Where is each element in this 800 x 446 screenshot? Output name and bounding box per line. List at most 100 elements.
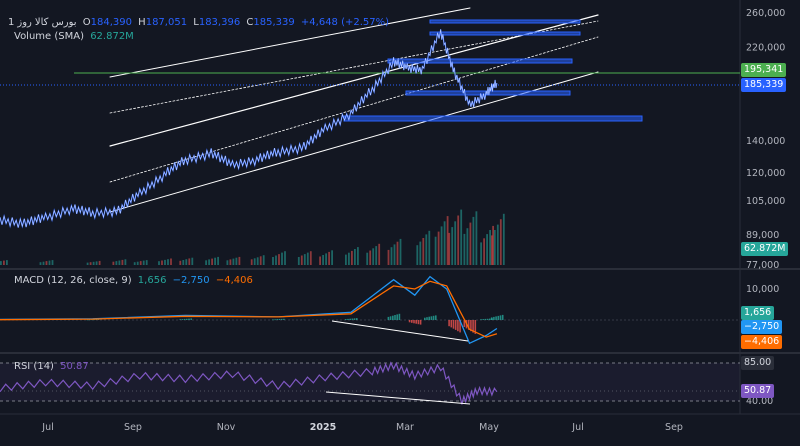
symbol-interval: 1 bbox=[8, 17, 15, 28]
macd-tick-label: 10,000 bbox=[746, 284, 779, 295]
volume-bar bbox=[136, 261, 139, 265]
volume-bar bbox=[112, 261, 115, 265]
volume-bar bbox=[372, 248, 375, 265]
macd-histogram-bar bbox=[186, 318, 188, 320]
macd-histogram-bar bbox=[356, 318, 358, 320]
macd-histogram-bar bbox=[272, 319, 274, 321]
price-tick-label: 89,000 bbox=[746, 230, 779, 241]
macd-histogram-bar bbox=[413, 320, 415, 324]
volume-legend[interactable]: Volume (SMA) 62.872M bbox=[14, 30, 137, 43]
volume-bar bbox=[278, 254, 280, 265]
volume-bar bbox=[6, 260, 8, 265]
volume-bar bbox=[158, 261, 160, 265]
price-tick-label: 260,000 bbox=[746, 8, 785, 19]
symbol-name: بورس كالا bbox=[34, 17, 77, 28]
volume-bar bbox=[393, 244, 396, 265]
time-tick-label: Jul bbox=[41, 422, 53, 433]
macd-histogram-bar bbox=[389, 316, 392, 320]
volume-bar bbox=[211, 258, 213, 265]
time-tick-label: Jul bbox=[571, 422, 583, 433]
volume-bar bbox=[378, 243, 381, 265]
volume-bar bbox=[366, 252, 369, 265]
volume-bar bbox=[448, 232, 451, 265]
macd-histogram-bar bbox=[349, 318, 351, 320]
volume-bar bbox=[39, 262, 42, 265]
volume-bar bbox=[253, 258, 256, 265]
time-tick-label: May bbox=[479, 422, 499, 433]
volume-bar bbox=[425, 234, 428, 265]
volume-bar bbox=[115, 261, 118, 265]
chart-canvas[interactable]: 77,000 89,000 105,000 120,000 140,000 220,000… bbox=[0, 0, 800, 446]
macd-histogram-bar bbox=[435, 315, 437, 320]
low-label: L bbox=[193, 17, 199, 28]
volume-bar bbox=[297, 257, 300, 265]
macd-histogram-bar bbox=[482, 319, 484, 320]
volume-bar bbox=[443, 221, 446, 265]
macd-histogram-bar bbox=[183, 318, 186, 320]
time-tick-label: Sep bbox=[665, 422, 683, 433]
volume-bar bbox=[472, 216, 475, 265]
volume-bar bbox=[300, 255, 303, 265]
time-axis[interactable]: Jul Sep Nov 2025 Mar May Jul Sep bbox=[41, 422, 683, 433]
zone-rect[interactable] bbox=[429, 31, 581, 36]
volume-value: 62.872M bbox=[90, 31, 134, 42]
volume-bar bbox=[440, 226, 443, 265]
macd-histogram-bar bbox=[274, 319, 276, 321]
zone-rect[interactable] bbox=[429, 19, 581, 24]
volume-bar bbox=[232, 258, 235, 265]
volume-bar bbox=[284, 251, 286, 265]
volume-bar bbox=[328, 251, 330, 265]
volume-bar bbox=[303, 254, 306, 265]
close-value: 185,339 bbox=[253, 17, 295, 28]
zone-rect[interactable] bbox=[387, 58, 573, 64]
volume-bar bbox=[185, 259, 188, 265]
volume-bar bbox=[259, 256, 262, 265]
price-tick-label: 120,000 bbox=[746, 168, 785, 179]
main-legend[interactable]: 1 بورس كالاروز O184,390 H187,051 L183,396… bbox=[8, 16, 392, 29]
macd-histogram-bar bbox=[347, 318, 349, 320]
volume-bar bbox=[428, 230, 431, 265]
volume-bar bbox=[238, 256, 241, 265]
macd-histogram-bar bbox=[424, 317, 426, 320]
volume-bar bbox=[469, 222, 472, 265]
volume-bar bbox=[309, 251, 312, 265]
volume-bar bbox=[348, 252, 350, 265]
volume-bar bbox=[416, 245, 419, 265]
volume-bar bbox=[167, 259, 169, 265]
volume-bar bbox=[331, 250, 333, 265]
macd-histogram-bar bbox=[392, 315, 394, 320]
volume-bar bbox=[489, 230, 491, 265]
volume-bar bbox=[486, 234, 488, 265]
volume-bar bbox=[226, 260, 229, 265]
macd-histogram-bar bbox=[278, 319, 281, 320]
macd-histogram-bar bbox=[419, 320, 422, 325]
volume-bar bbox=[369, 250, 372, 265]
volume-bar bbox=[45, 261, 48, 265]
volume-bar bbox=[170, 258, 172, 265]
volume-bar bbox=[182, 260, 185, 265]
volume-bar bbox=[95, 261, 98, 265]
macd-histogram-bar bbox=[394, 315, 396, 320]
volume-bar bbox=[188, 258, 191, 265]
volume-bar bbox=[235, 257, 238, 265]
volume-bar bbox=[42, 261, 45, 265]
volume-bar bbox=[322, 255, 324, 265]
volume-bar bbox=[463, 233, 466, 265]
macd-legend[interactable]: MACD (12, 26, close, 9) 1,656 −2,750 −4,… bbox=[14, 274, 256, 287]
volume-bar bbox=[480, 242, 482, 265]
volume-bar bbox=[437, 231, 440, 265]
volume-bar bbox=[272, 257, 274, 265]
volume-bar bbox=[145, 260, 148, 265]
volume-bar bbox=[419, 241, 422, 265]
volume-bar bbox=[457, 215, 460, 265]
macd-histogram-bar bbox=[457, 320, 459, 332]
macd-histogram-bar bbox=[493, 316, 495, 320]
zone-rect[interactable] bbox=[343, 115, 643, 122]
change-value: +4,648 (+2.57%) bbox=[300, 17, 390, 28]
volume-bar bbox=[454, 221, 457, 265]
volume-bar bbox=[345, 254, 347, 265]
rsi-legend[interactable]: RSI (14) 50.87 bbox=[14, 360, 92, 373]
macd-histogram-bar bbox=[415, 320, 417, 324]
volume-bar bbox=[451, 227, 454, 265]
volume-bar bbox=[499, 219, 502, 265]
